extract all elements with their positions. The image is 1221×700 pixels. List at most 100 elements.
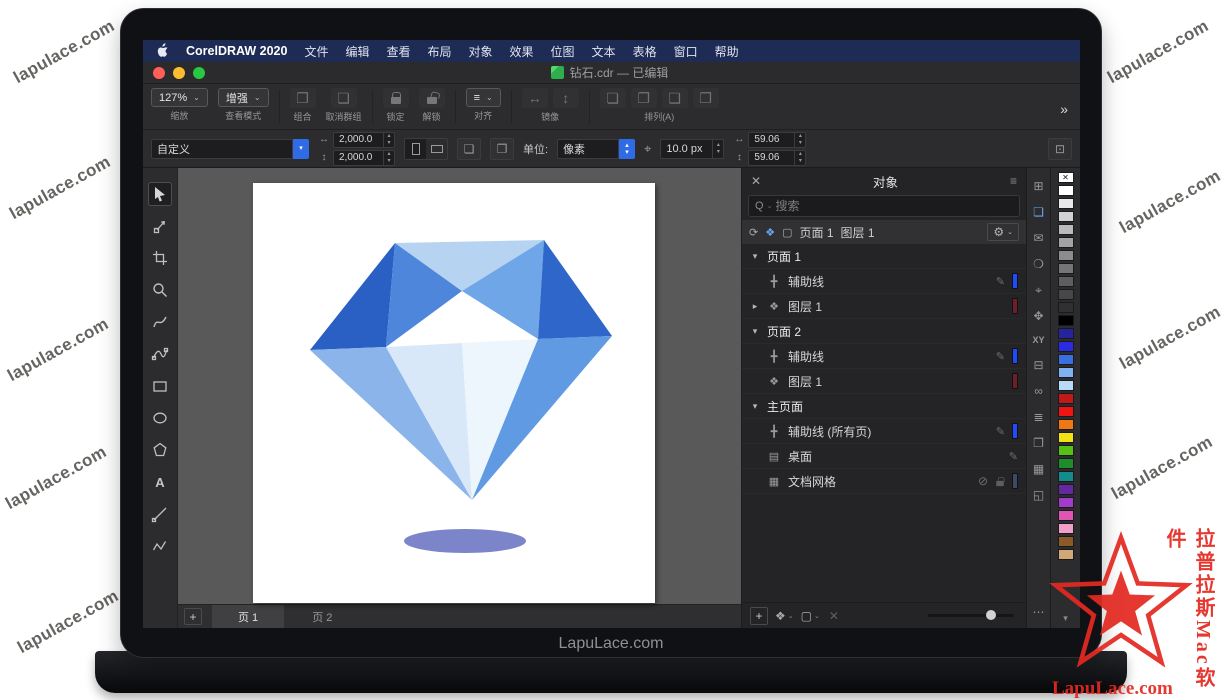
objects-icon[interactable]: ❏	[1033, 206, 1044, 218]
coordinates-icon[interactable]: XY	[1032, 336, 1044, 345]
docker-options-button[interactable]: ⚙ ⌄	[987, 223, 1019, 241]
tree-row-layer1[interactable]: ▸ ❖ 图层 1	[742, 294, 1026, 319]
tree-row-page2[interactable]: ▾ 页面 2	[742, 319, 1026, 344]
color-swatch[interactable]	[1058, 484, 1074, 495]
rectangle-tool[interactable]	[148, 374, 172, 398]
color-swatch[interactable]	[1058, 237, 1074, 248]
dup-y-stepper[interactable]	[794, 151, 805, 165]
color-swatch[interactable]	[1058, 458, 1074, 469]
tree-row-guides[interactable]: ╋ 辅助线 ✎	[742, 344, 1026, 369]
color-swatch[interactable]	[1058, 393, 1074, 404]
page-tab-1[interactable]: 页 1	[212, 605, 284, 629]
color-swatch[interactable]	[1058, 354, 1074, 365]
color-swatch[interactable]	[1058, 380, 1074, 391]
corners-icon[interactable]: ◱	[1033, 489, 1044, 501]
line-tool[interactable]	[148, 502, 172, 526]
tree-row-layer1[interactable]: ❖ 图层 1	[742, 369, 1026, 394]
docker-search[interactable]: Q ⌄	[748, 195, 1020, 217]
edit-icon[interactable]: ✎	[996, 350, 1005, 363]
visibility-off-icon[interactable]: ⊘	[978, 474, 988, 488]
expander-icon[interactable]: ▾	[750, 326, 760, 337]
crop-tool[interactable]	[148, 246, 172, 270]
tree-row-guides-all[interactable]: ╋ 辅助线 (所有页) ✎	[742, 419, 1026, 444]
dup-x-stepper[interactable]	[794, 133, 805, 147]
expander-icon[interactable]: ▸	[750, 301, 760, 312]
color-swatch[interactable]	[1058, 185, 1074, 196]
properties-icon[interactable]: ⊞	[1033, 180, 1043, 192]
opacity-slider[interactable]	[928, 614, 1014, 617]
close-docker-icon[interactable]: ✕	[751, 174, 761, 188]
polygon-tool[interactable]	[148, 438, 172, 462]
transform-icon[interactable]: ✥	[1033, 310, 1043, 322]
duplicate-y-field[interactable]: 59.06	[748, 150, 806, 166]
zoom-window-button[interactable]	[193, 67, 205, 79]
forward-one-button[interactable]: ❑	[662, 88, 688, 108]
menu-item-view[interactable]: 查看	[386, 43, 410, 60]
duplicate-x-field[interactable]: 59.06	[748, 132, 806, 148]
docker-menu-icon[interactable]: ≡	[1010, 174, 1017, 188]
expander-icon[interactable]: ▾	[750, 401, 760, 412]
page-preset-combo[interactable]: 自定义 ▾	[151, 139, 309, 159]
no-color-swatch[interactable]: ✕	[1058, 172, 1074, 183]
slider-thumb[interactable]	[986, 610, 996, 620]
menu-item-file[interactable]: 文件	[304, 43, 328, 60]
mirror-horizontal-button[interactable]: ↔	[522, 88, 548, 108]
app-name[interactable]: CorelDRAW 2020	[186, 44, 287, 58]
color-swatch[interactable]	[1058, 302, 1074, 313]
docker-search-input[interactable]	[775, 199, 1013, 213]
color-swatch[interactable]	[1058, 510, 1074, 521]
new-page-dropdown[interactable]: ▢ ⌄	[801, 609, 820, 623]
landscape-button[interactable]	[426, 139, 447, 159]
combo-arrow-button[interactable]: ▾	[293, 139, 309, 159]
expander-icon[interactable]: ▾	[750, 251, 760, 262]
lock-button[interactable]	[383, 88, 409, 108]
tree-row-document-grid[interactable]: ▦ 文档网格 ⊘	[742, 469, 1026, 494]
ungroup-button[interactable]: ❏	[331, 88, 357, 108]
edit-icon[interactable]: ✎	[996, 275, 1005, 288]
back-one-button[interactable]: ❒	[693, 88, 719, 108]
width-stepper[interactable]	[383, 133, 394, 147]
to-back-button[interactable]: ❐	[631, 88, 657, 108]
chevron-down-icon[interactable]: ⌄	[767, 202, 773, 210]
page-icon[interactable]: ▢	[782, 226, 792, 239]
color-swatch[interactable]	[1058, 289, 1074, 300]
document-page[interactable]	[253, 183, 655, 603]
align-dropdown[interactable]: ≡ ⌄	[466, 88, 501, 107]
view-mode-dropdown[interactable]: 增强 ⌄	[218, 88, 269, 107]
menu-item-text[interactable]: 文本	[592, 43, 616, 60]
connector-tool[interactable]	[148, 534, 172, 558]
comments-icon[interactable]: ✉	[1033, 232, 1043, 244]
sync-icon[interactable]: ⟳	[749, 226, 758, 239]
snap-icon[interactable]: ⌖	[1035, 284, 1042, 296]
pick-tool[interactable]	[148, 182, 172, 206]
menu-item-effects[interactable]: 效果	[510, 43, 534, 60]
height-stepper[interactable]	[383, 151, 394, 165]
find-icon[interactable]: ∞	[1034, 385, 1043, 397]
text-tool[interactable]: A	[148, 470, 172, 494]
unlock-button[interactable]	[419, 88, 445, 108]
page-tab-2[interactable]: 页 2	[286, 605, 358, 629]
color-swatch[interactable]	[1058, 406, 1074, 417]
layout-icon[interactable]: ▦	[1033, 463, 1044, 475]
color-swatch[interactable]	[1058, 419, 1074, 430]
close-window-button[interactable]	[153, 67, 165, 79]
apple-logo-icon[interactable]	[157, 43, 169, 60]
menu-item-edit[interactable]: 编辑	[345, 43, 369, 60]
edit-icon[interactable]: ✎	[996, 425, 1005, 438]
delete-icon[interactable]: ✕	[829, 609, 839, 623]
menu-item-layout[interactable]: 布局	[427, 43, 451, 60]
color-swatch[interactable]	[1058, 198, 1074, 209]
treat-as-filled-button[interactable]: ⊡	[1048, 138, 1072, 160]
current-page-button[interactable]: ❏	[457, 138, 481, 160]
tree-row-guides[interactable]: ╋ 辅助线 ✎	[742, 269, 1026, 294]
color-swatch[interactable]	[1058, 328, 1074, 339]
color-swatch[interactable]	[1058, 341, 1074, 352]
freehand-tool[interactable]	[148, 310, 172, 334]
bezier-tool[interactable]	[148, 342, 172, 366]
edit-icon[interactable]: ✎	[1009, 450, 1018, 463]
menu-item-help[interactable]: 帮助	[715, 43, 739, 60]
color-swatch[interactable]	[1058, 315, 1074, 326]
menu-item-table[interactable]: 表格	[633, 43, 657, 60]
nudge-stepper[interactable]	[712, 140, 723, 158]
color-swatch[interactable]	[1058, 211, 1074, 222]
